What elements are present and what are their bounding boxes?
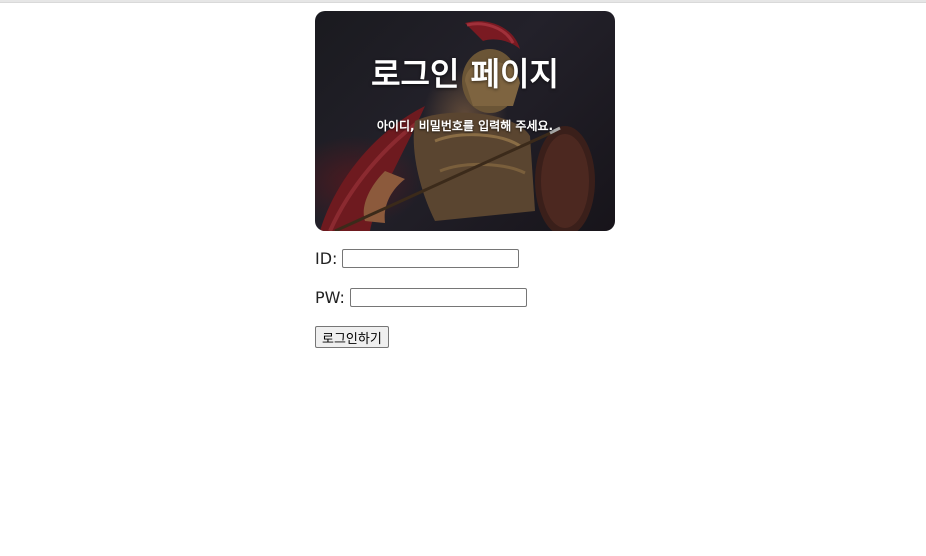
id-input[interactable] <box>342 249 520 268</box>
pw-label: PW: <box>315 288 345 307</box>
page-subtitle: 아이디, 비밀번호를 입력해 주세요. <box>376 119 554 133</box>
pw-input[interactable] <box>349 288 527 307</box>
browser-top-border <box>0 0 926 3</box>
page-title: 로그인 페이지 <box>371 55 559 93</box>
login-container: 로그인 페이지 아이디, 비밀번호를 입력해 주세요. ID: PW: 로그인하… <box>315 11 615 348</box>
id-label: ID: <box>315 249 338 268</box>
id-row: ID: <box>315 249 520 268</box>
pw-row: PW: <box>315 288 527 307</box>
hero-banner: 로그인 페이지 아이디, 비밀번호를 입력해 주세요. <box>315 11 615 231</box>
login-button[interactable]: 로그인하기 <box>315 326 389 348</box>
